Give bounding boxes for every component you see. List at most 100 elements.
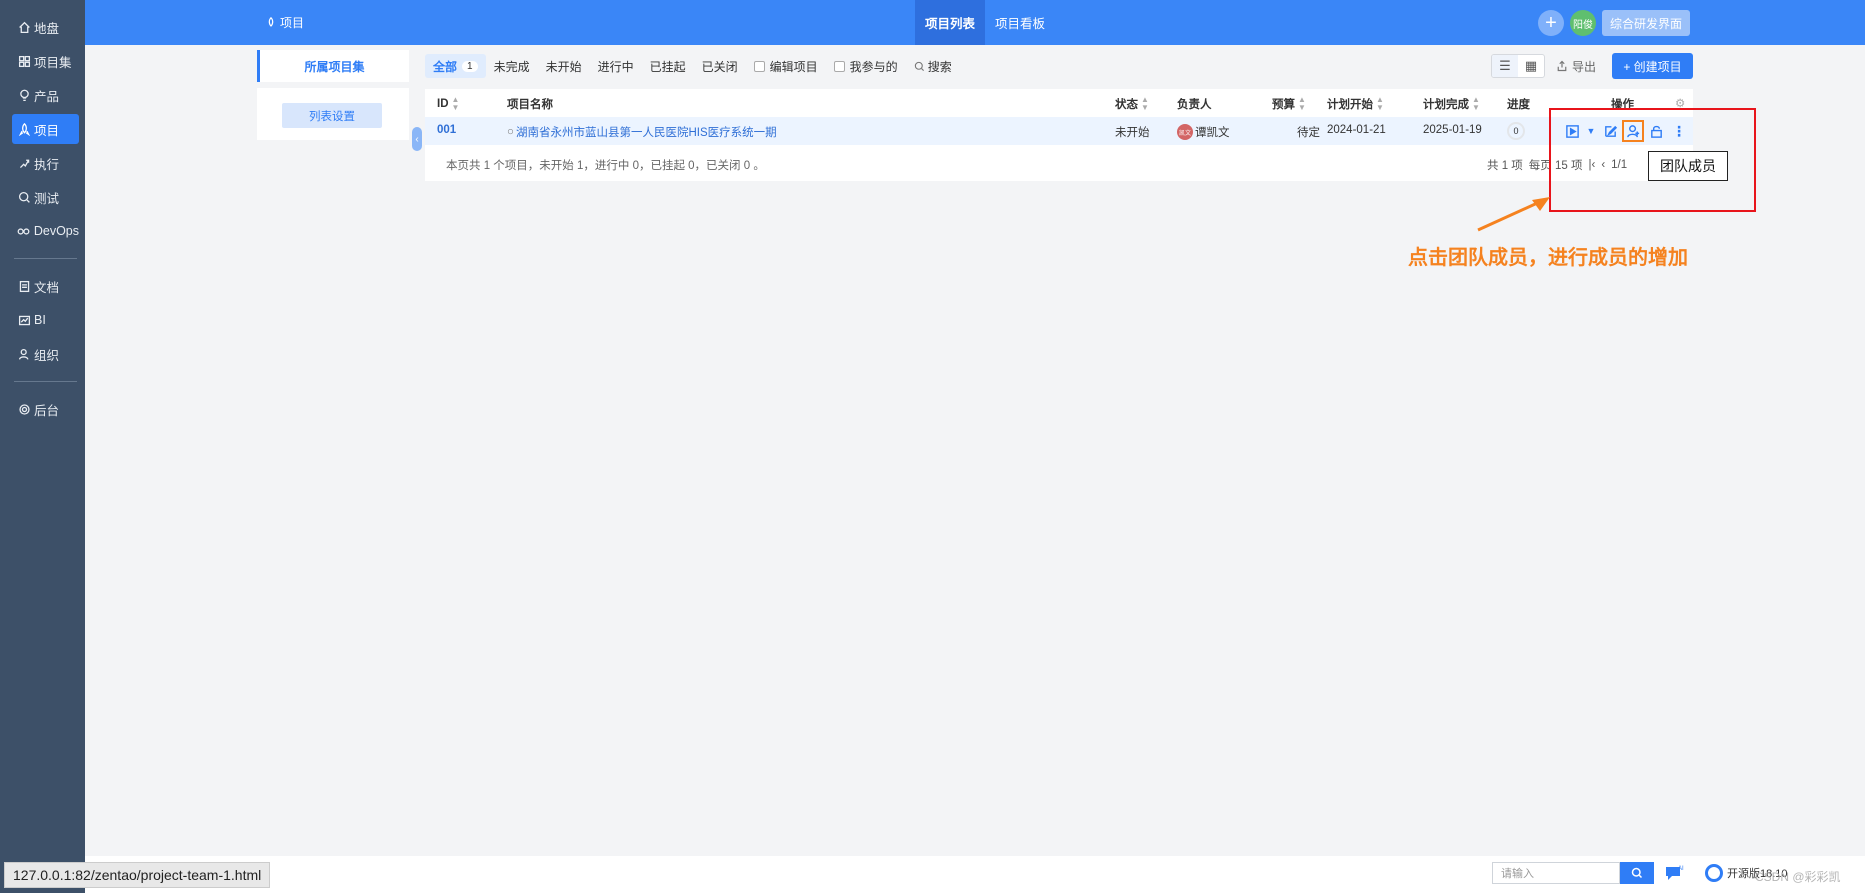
checkbox-label: 我参与的 (849, 59, 898, 74)
rocket-icon (17, 122, 31, 136)
workspace-button[interactable]: 综合研发界面 (1601, 10, 1690, 36)
grid-icon (17, 54, 31, 68)
sidebar-item-label: 组织 (34, 348, 60, 363)
sidebar-item-project[interactable]: 项目 (12, 114, 79, 144)
filter-doing[interactable]: 进行中 (590, 54, 642, 78)
header-tabs: 项目列表 项目看板 (915, 0, 1055, 45)
edit-project-checkbox[interactable]: 编辑项目 (746, 54, 826, 78)
sidebar-item-admin[interactable]: 后台 (12, 394, 79, 424)
sidebar-item-product[interactable]: 产品 (12, 80, 79, 110)
sort-icon: ▲ ▼ (1472, 95, 1480, 112)
global-search-input[interactable]: 请输入 (1492, 862, 1620, 884)
search-icon (914, 61, 924, 71)
list-view-icon[interactable]: ☰ (1492, 55, 1518, 77)
ai-chat-icon[interactable]: AI (1664, 864, 1686, 882)
col-budget-label: 预算 (1272, 99, 1295, 111)
row-id[interactable]: 001 (437, 124, 456, 136)
filter-all-count: 1 (462, 60, 478, 72)
sidebar-item-doc[interactable]: 文档 (12, 271, 79, 301)
sidebar-item-org[interactable]: 组织 (12, 339, 79, 369)
zentao-logo-icon (1705, 864, 1723, 882)
annotation-text: 点击团队成员，进行成员的增加 (1408, 247, 1688, 269)
annotation-arrow-icon (1477, 197, 1550, 232)
row-name[interactable]: ○ 湖南省永州市蓝山县第一人民医院HIS医疗系统一期 (507, 124, 777, 140)
collapse-panel-handle[interactable]: ‹ (412, 127, 422, 151)
sidebar-item-label: 项目 (34, 123, 60, 138)
col-plan-end[interactable]: 计划完成 ▲ ▼ (1423, 96, 1480, 112)
search-icon (1631, 867, 1643, 879)
infinity-icon (17, 224, 31, 238)
tab-project-kanban[interactable]: 项目看板 (985, 0, 1055, 45)
col-owner: 负责人 (1177, 96, 1212, 112)
export-button[interactable]: 导出 (1556, 54, 1596, 78)
table-footer: 本页共 1 个项目，未开始 1，进行中 0，已挂起 0，已关闭 0 。 共 1 … (425, 145, 1693, 181)
col-id[interactable]: ID ▲ ▼ (437, 96, 459, 112)
people-icon (17, 347, 31, 361)
run-icon (17, 156, 31, 170)
filter-all[interactable]: 全部 1 (425, 54, 486, 78)
doc-icon (17, 279, 31, 293)
create-project-button[interactable]: + 创建项目 (1612, 53, 1693, 79)
row-budget: 待定 (1297, 127, 1320, 139)
sort-icon: ▲ ▼ (1141, 95, 1149, 112)
avatar[interactable]: 阳俊 (1569, 10, 1596, 36)
col-id-label: ID (437, 98, 449, 110)
chart-icon (17, 313, 31, 327)
checkbox-box (753, 60, 765, 72)
list-settings-button[interactable]: 列表设置 (282, 103, 382, 128)
breadcrumb-label: 项目 (280, 16, 305, 30)
progress-ring: 0 (1507, 122, 1525, 140)
filter-undone[interactable]: 未完成 (486, 54, 538, 78)
header-actions: + 阳俊 综合研发界面 (1537, 10, 1690, 36)
filter-suspended[interactable]: 已挂起 (642, 54, 694, 78)
sidebar-item-label: 执行 (34, 157, 60, 172)
col-status[interactable]: 状态 ▲ ▼ (1115, 96, 1149, 112)
status-url: 127.0.0.1:82/zentao/project-team-1.html (4, 862, 271, 888)
sidebar-item-bi[interactable]: BI (12, 305, 79, 335)
sidebar-divider (14, 381, 77, 382)
filter-closed[interactable]: 已关闭 (694, 54, 746, 78)
quick-add-icon[interactable]: + (1537, 10, 1564, 36)
card-view-icon[interactable]: ▦ (1518, 55, 1544, 77)
filter-all-label: 全部 (433, 59, 458, 74)
sidebar-item-program[interactable]: 项目集 (12, 46, 79, 76)
tab-project-list[interactable]: 项目列表 (915, 0, 986, 45)
sidebar-item-test[interactable]: 测试 (12, 182, 79, 212)
sidebar-item-devops[interactable]: DevOps (12, 216, 79, 246)
svg-text:AI: AI (1678, 866, 1684, 872)
row-name-text: 湖南省永州市蓝山县第一人民医院HIS医疗系统一期 (515, 127, 777, 139)
col-name-label: 项目名称 (507, 99, 553, 111)
table-row[interactable]: 001 ○ 湖南省永州市蓝山县第一人民医院HIS医疗系统一期 未开始 凯文 谭凯… (425, 117, 1693, 145)
involved-checkbox[interactable]: 我参与的 (826, 54, 906, 78)
project-table: ID ▲ ▼ 项目名称 状态 ▲ ▼ 负责人 预算 ▲ ▼ 计划开始 ▲ ▼ 计划完成 ▲ ▼ 进度… (425, 89, 1693, 181)
home-icon (17, 20, 31, 34)
sidebar-item-label: 测试 (34, 191, 60, 206)
breadcrumb[interactable]: 项目 (265, 14, 304, 31)
sidebar-item-execution[interactable]: 执行 (12, 148, 79, 178)
col-budget[interactable]: 预算 ▲ ▼ (1272, 96, 1306, 112)
sidebar-item-label: 项目集 (34, 55, 72, 70)
col-progress: 进度 (1507, 96, 1530, 112)
row-owner-name: 谭凯文 (1195, 127, 1230, 139)
test-icon (17, 190, 31, 204)
table-header: ID ▲ ▼ 项目名称 状态 ▲ ▼ 负责人 预算 ▲ ▼ 计划开始 ▲ ▼ 计划完成 ▲ ▼ 进度… (425, 89, 1693, 117)
sidebar-item-label: BI (34, 313, 46, 327)
col-plan-start[interactable]: 计划开始 ▲ ▼ (1327, 96, 1384, 112)
search-toggle[interactable]: 搜索 (906, 54, 960, 78)
rocket-icon (268, 16, 274, 27)
sort-icon: ▲ ▼ (1298, 95, 1306, 112)
global-search-button[interactable] (1620, 862, 1654, 884)
bulb-icon (17, 88, 31, 102)
page-summary: 本页共 1 个项目，未开始 1，进行中 0，已挂起 0，已关闭 0 。 (446, 160, 765, 172)
sidebar-divider (14, 258, 77, 259)
program-group-label[interactable]: 所属项目集 (257, 50, 409, 82)
sidebar-item-dashboard[interactable]: 地盘 (12, 12, 79, 42)
pager-total: 共 1 项 (1487, 160, 1523, 172)
row-plan-end: 2025-01-19 (1423, 124, 1482, 136)
sidebar-item-label: 文档 (34, 280, 60, 295)
chat-bubble-icon: ○ (507, 126, 514, 138)
sidebar-item-label: DevOps (33, 224, 79, 238)
col-name: 项目名称 (507, 96, 553, 112)
filter-wait[interactable]: 未开始 (538, 54, 590, 78)
checkbox-box (833, 60, 845, 72)
